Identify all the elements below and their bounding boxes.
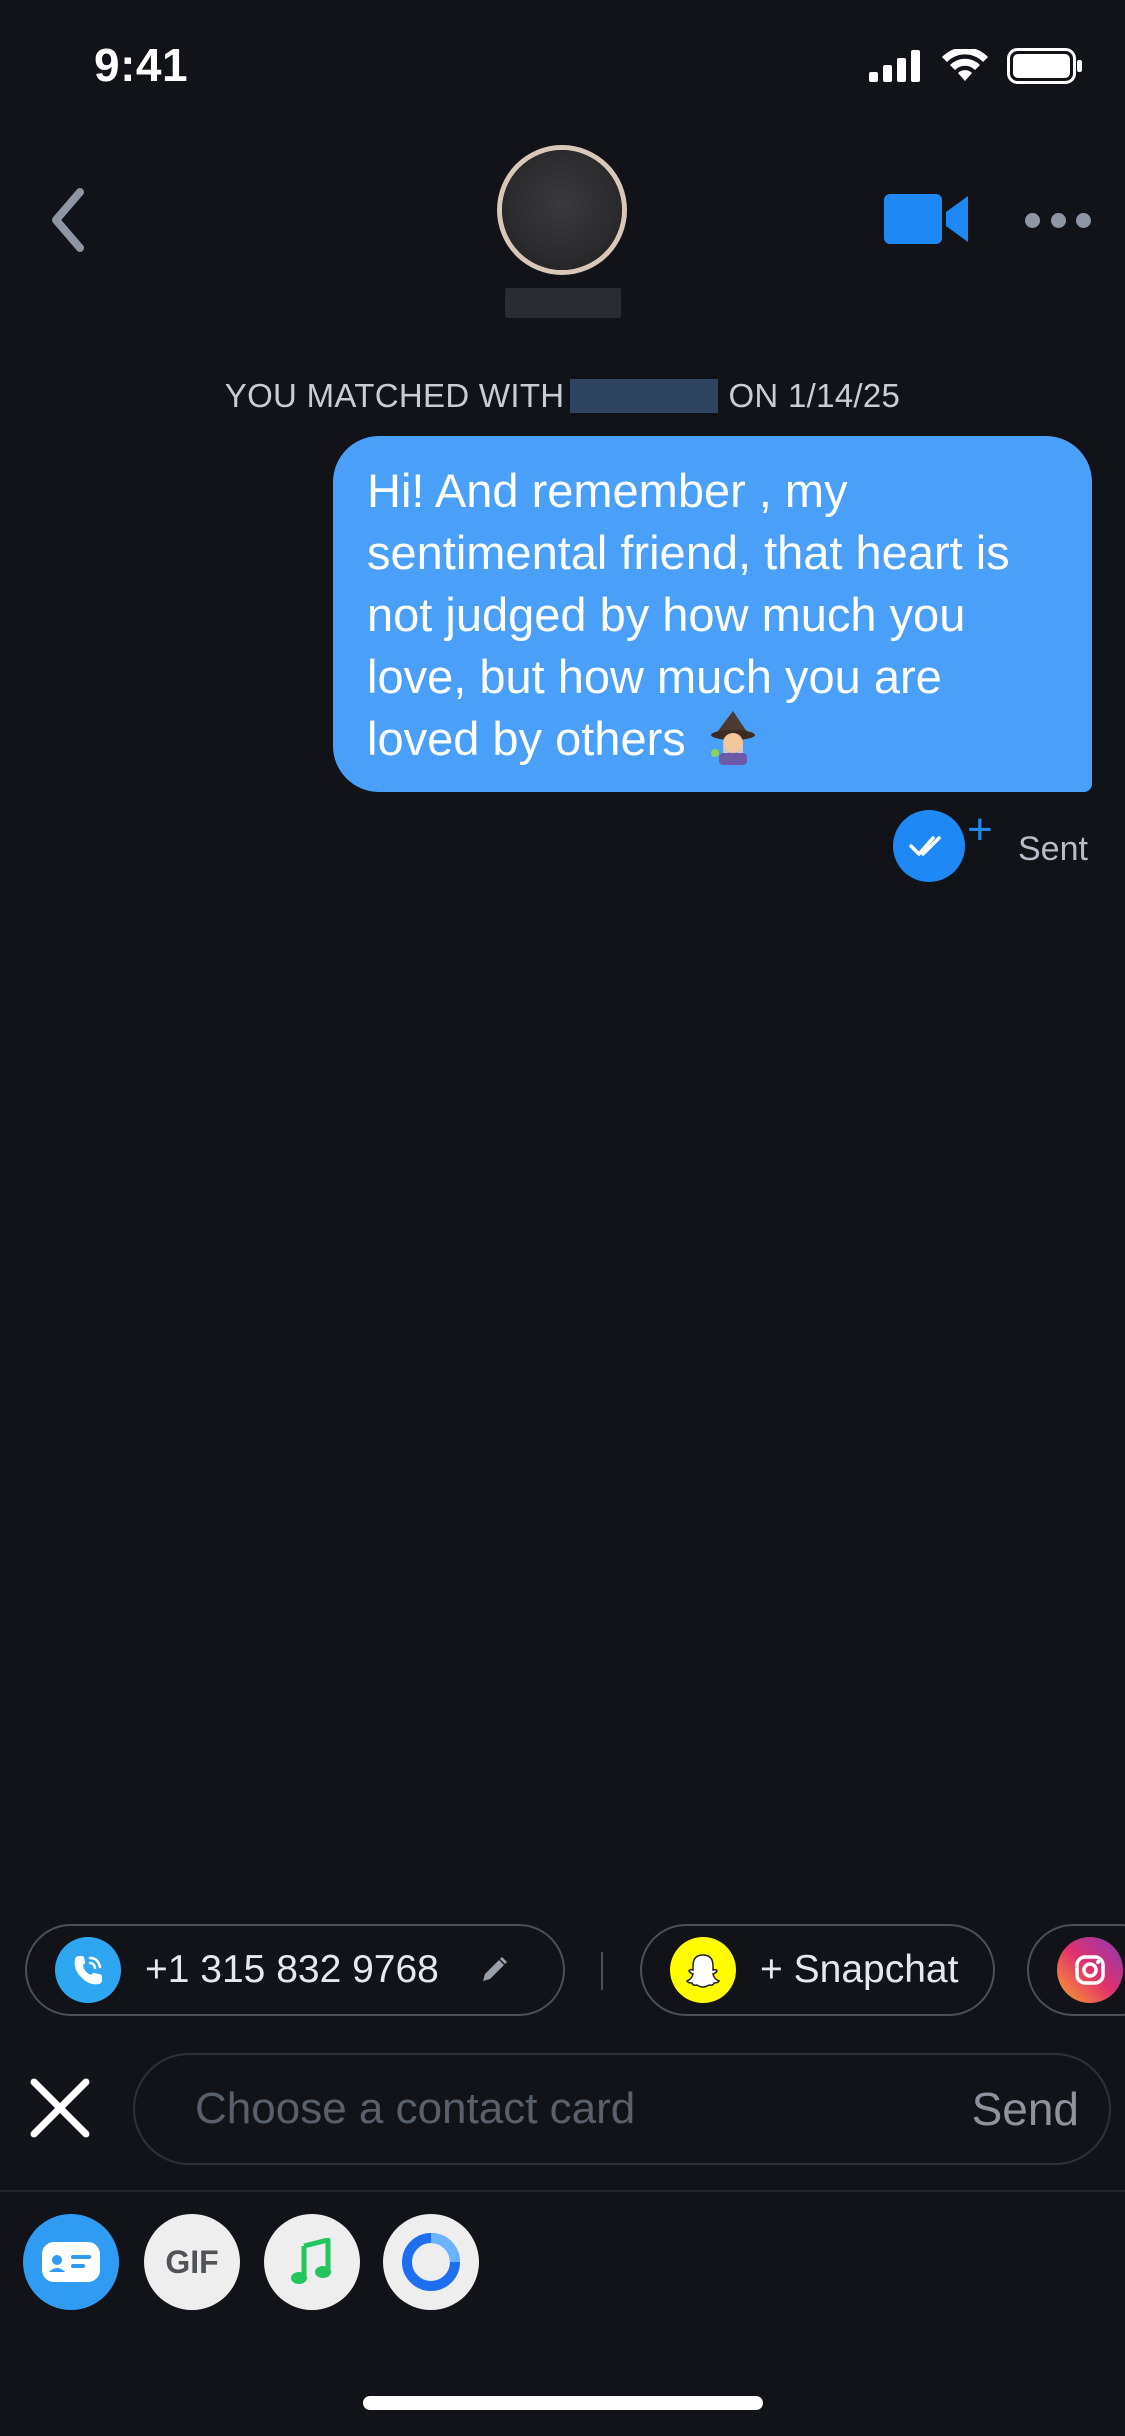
battery-icon xyxy=(1007,48,1082,84)
match-banner-date: ON 1/14/25 xyxy=(728,377,901,414)
phone-icon xyxy=(55,1937,121,2003)
pencil-icon[interactable] xyxy=(479,1955,509,1985)
gif-button[interactable]: GIF xyxy=(144,2214,240,2310)
status-time: 9:41 xyxy=(94,39,189,91)
match-avatar[interactable] xyxy=(502,150,622,270)
send-button[interactable]: Send xyxy=(972,2082,1079,2136)
phone-number: +1 315 832 9768 xyxy=(145,1948,439,1991)
toolbar-separator xyxy=(0,2190,1125,2192)
snapchat-ghost-icon xyxy=(670,1937,736,2003)
video-camera-icon xyxy=(884,194,968,244)
circle-feature-button[interactable] xyxy=(383,2214,479,2310)
instagram-chip[interactable] xyxy=(1027,1924,1125,2016)
wizard-emoji xyxy=(710,711,755,765)
chevron-left-icon xyxy=(52,188,84,252)
back-button[interactable] xyxy=(40,180,96,260)
home-indicator[interactable] xyxy=(363,2396,763,2410)
status-icons xyxy=(869,48,1083,84)
match-name-redacted xyxy=(505,288,621,318)
message-status: Sent xyxy=(1018,830,1088,868)
wifi-icon xyxy=(942,49,988,81)
message-text: Hi! And remember , my sentimental friend… xyxy=(367,464,1010,765)
snapchat-chip[interactable]: + Snapchat xyxy=(640,1924,995,2016)
match-banner: YOU MATCHED WITH ON 1/14/25 xyxy=(0,374,1125,418)
sent-message-bubble[interactable]: Hi! And remember , my sentimental friend… xyxy=(333,436,1092,792)
circle-ring-icon xyxy=(402,2233,460,2291)
more-dot xyxy=(1025,212,1040,228)
double-check-icon xyxy=(909,836,941,856)
snapchat-label: + Snapchat xyxy=(760,1948,959,1991)
chip-divider xyxy=(601,1952,603,1990)
signal-icon xyxy=(869,50,920,82)
contact-card-button[interactable] xyxy=(23,2214,119,2310)
video-call-button[interactable] xyxy=(884,188,970,250)
match-banner-prefix: YOU MATCHED WITH xyxy=(224,377,565,414)
more-options-button[interactable] xyxy=(1025,205,1091,235)
contact-card-icon xyxy=(42,2242,100,2282)
close-x-icon xyxy=(30,2078,90,2138)
read-receipt-button[interactable] xyxy=(893,810,965,882)
more-dot xyxy=(1076,212,1091,228)
music-note-icon xyxy=(291,2238,331,2284)
music-button[interactable] xyxy=(264,2214,360,2310)
instagram-icon xyxy=(1057,1937,1123,2003)
phone-chip[interactable]: +1 315 832 9768 xyxy=(25,1924,565,2016)
receipt-plus-icon[interactable]: + xyxy=(967,808,993,852)
message-input-container[interactable]: Send xyxy=(133,2053,1111,2165)
more-dot xyxy=(1050,212,1066,228)
close-button[interactable] xyxy=(28,2076,92,2140)
match-name-redacted-inline xyxy=(570,379,719,413)
message-input[interactable] xyxy=(193,2083,952,2135)
